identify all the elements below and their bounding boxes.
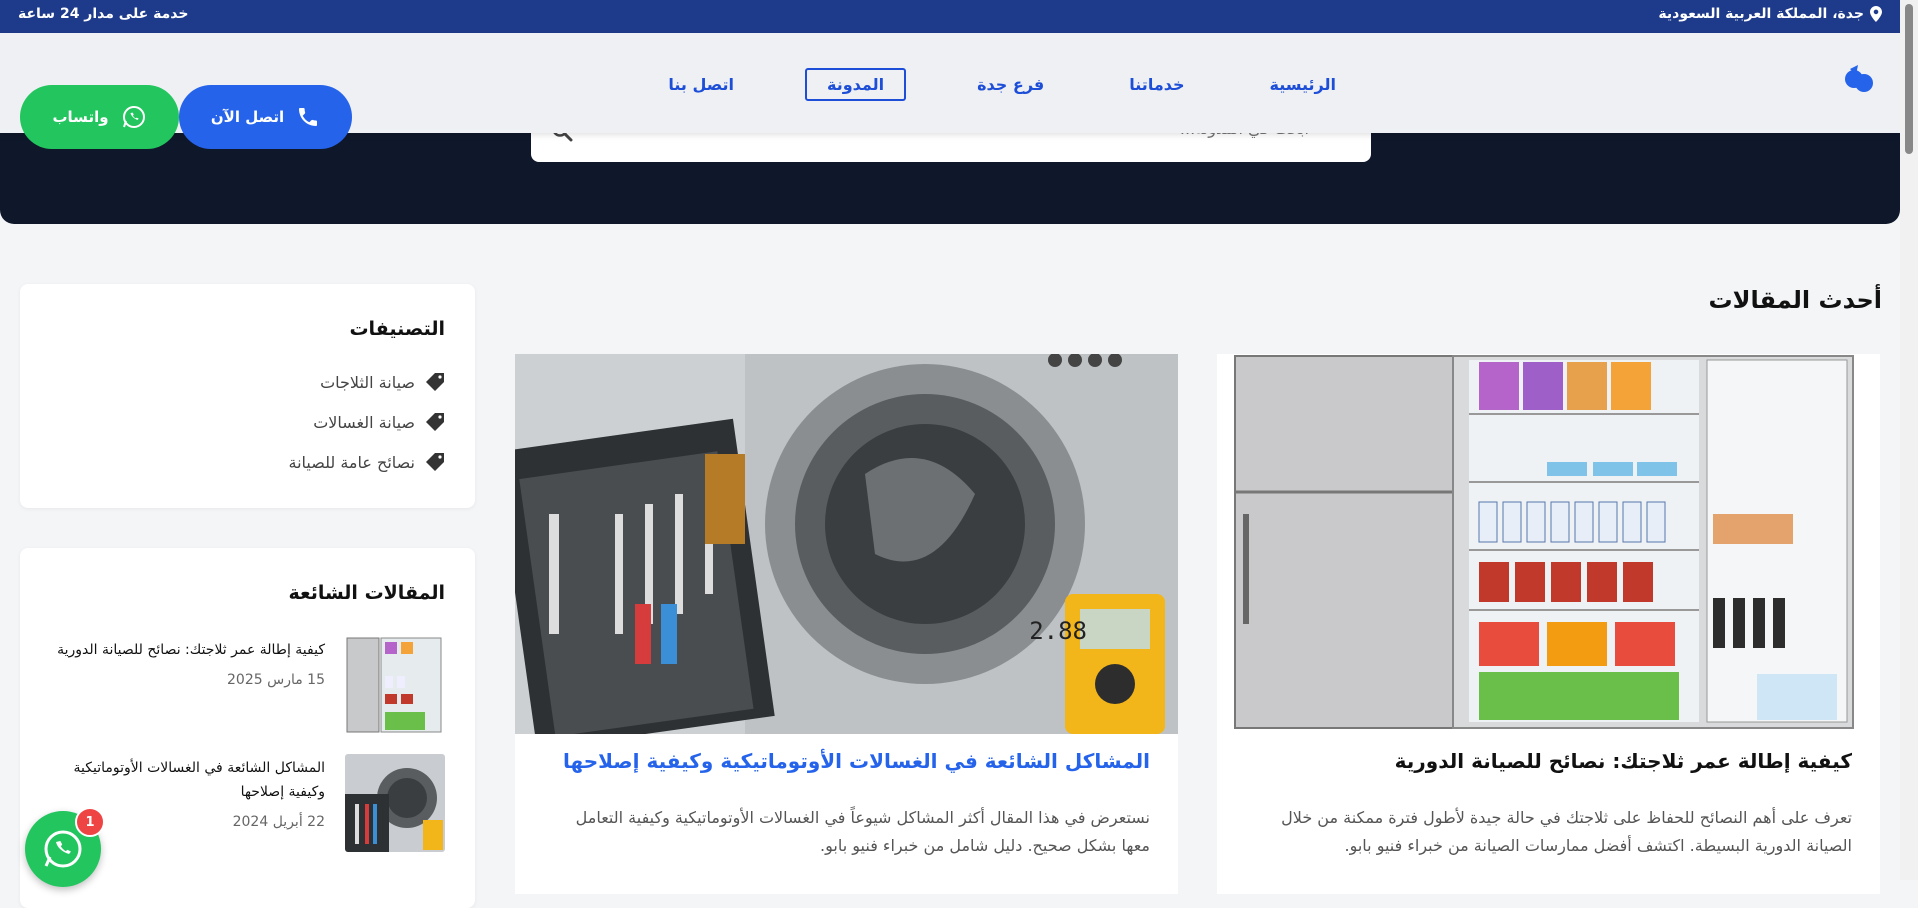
scrollbar-thumb[interactable] xyxy=(1905,4,1913,154)
phone-icon xyxy=(299,108,318,126)
popular-post-date: 15 مارس 2025 xyxy=(227,672,325,688)
tag-icon xyxy=(426,453,444,471)
article-card[interactable]: كيفية إطالة عمر ثلاجتك: نصائح للصيانة ال… xyxy=(1217,354,1880,894)
category-link[interactable]: صيانة الثلاجات xyxy=(320,372,445,392)
brand-logo-icon[interactable] xyxy=(1842,63,1876,99)
nav-home[interactable]: الرئيسية xyxy=(1256,68,1351,101)
nav-services[interactable]: خدماتنا xyxy=(1115,68,1198,101)
whatsapp-icon xyxy=(122,106,145,128)
article-title[interactable]: المشاكل الشائعة في الغسالات الأوتوماتيكي… xyxy=(535,749,1150,773)
call-now-button[interactable]: اتصل الآن xyxy=(179,85,352,149)
fridge-image xyxy=(1217,354,1880,734)
whatsapp-label: واتساب xyxy=(52,108,109,126)
washing-machine-image: 2.88 xyxy=(515,354,1178,750)
nav-blog[interactable]: المدونة xyxy=(804,68,907,101)
category-label: صيانة الثلاجات xyxy=(320,372,415,392)
category-label: صيانة الغسالات xyxy=(313,412,415,432)
categories-title: التصنيفات xyxy=(349,318,445,340)
whatsapp-button[interactable]: واتساب xyxy=(20,85,179,149)
page-scrollbar[interactable] xyxy=(1900,0,1918,880)
latest-articles-title: أحدث المقالات xyxy=(1708,286,1882,314)
map-pin-icon xyxy=(1870,6,1882,22)
article-excerpt: نستعرض في هذا المقال أكثر المشاكل شيوعاً… xyxy=(575,808,1150,855)
popular-post[interactable]: المشاكل الشائعة في الغسالات الأوتوماتيكي… xyxy=(50,754,445,854)
article-card[interactable]: 2.88 المشاكل الشائعة في الغسالات الأوتوم… xyxy=(515,354,1178,894)
category-link[interactable]: نصائح عامة للصيانة xyxy=(288,452,445,472)
post-thumbnail[interactable] xyxy=(345,636,445,734)
popular-post-title[interactable]: كيفية إطالة عمر ثلاجتك: نصائح للصيانة ال… xyxy=(40,638,325,662)
category-link[interactable]: صيانة الغسالات xyxy=(313,412,445,432)
popular-post-title[interactable]: المشاكل الشائعة في الغسالات الأوتوماتيكي… xyxy=(40,756,325,804)
popular-post-date: 22 أبريل 2024 xyxy=(232,814,325,830)
call-now-label: اتصل الآن xyxy=(210,108,285,126)
nav-links: الرئيسية خدماتنا فرع جدة المدونة اتصل بن… xyxy=(597,68,1350,101)
notification-badge: 1 xyxy=(75,807,105,837)
location-text: جدة، المملكة العربية السعودية xyxy=(1658,6,1864,22)
categories-widget: التصنيفات صيانة الثلاجات صيانة الغسالات … xyxy=(20,284,475,508)
popular-post[interactable]: كيفية إطالة عمر ثلاجتك: نصائح للصيانة ال… xyxy=(50,636,445,736)
location-info: جدة، المملكة العربية السعودية xyxy=(1658,6,1882,22)
article-title[interactable]: كيفية إطالة عمر ثلاجتك: نصائح للصيانة ال… xyxy=(1237,749,1852,773)
tag-icon xyxy=(426,373,444,391)
nav-contact[interactable]: اتصل بنا xyxy=(654,68,748,101)
service-hours: خدمة على مدار 24 ساعة xyxy=(18,6,189,22)
post-thumbnail[interactable] xyxy=(345,754,445,852)
category-label: نصائح عامة للصيانة xyxy=(288,452,415,472)
floating-whatsapp-button[interactable]: 1 xyxy=(25,807,105,887)
article-excerpt: تعرف على أهم النصائح للحفاظ على ثلاجتك ف… xyxy=(1281,808,1852,855)
nav-jeddah-branch[interactable]: فرع جدة xyxy=(963,68,1058,101)
top-info-bar: جدة، المملكة العربية السعودية خدمة على م… xyxy=(0,0,1900,33)
main-navbar: الرئيسية خدماتنا فرع جدة المدونة اتصل بن… xyxy=(0,33,1900,149)
popular-title: المقالات الشائعة xyxy=(288,582,445,604)
svg-text:2.88: 2.88 xyxy=(1029,617,1087,645)
tag-icon xyxy=(426,413,444,431)
